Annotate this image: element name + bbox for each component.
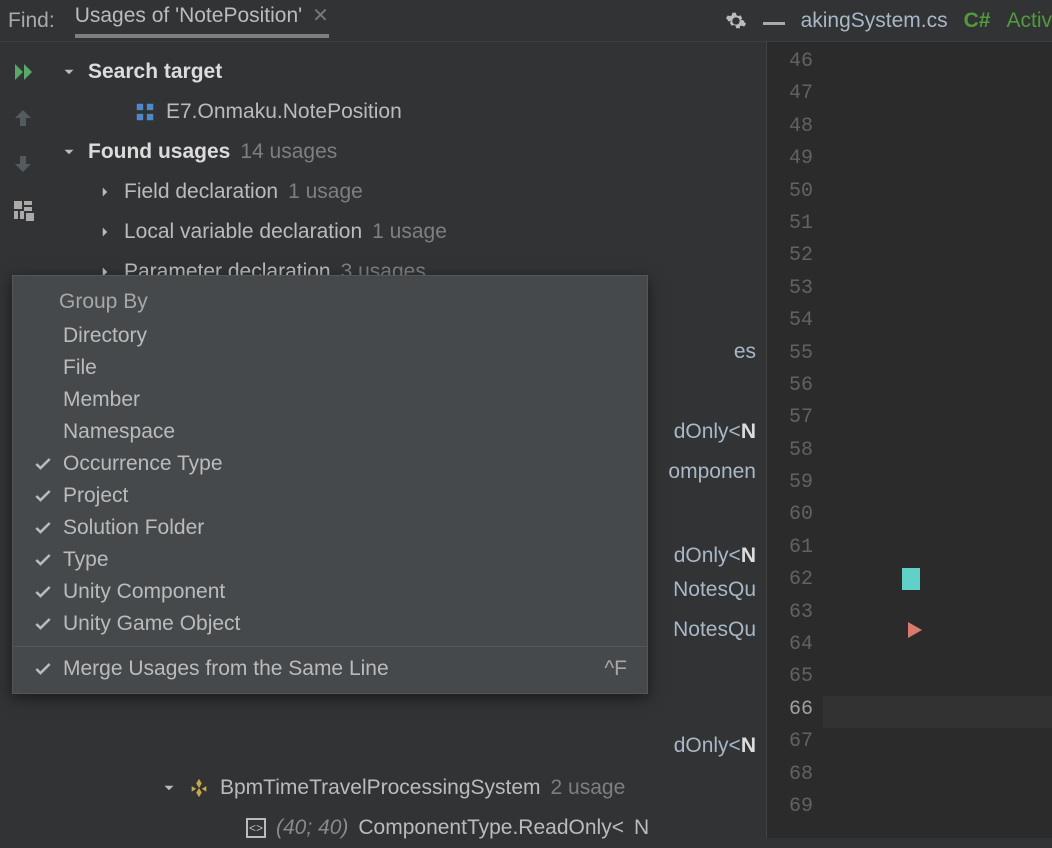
check-icon xyxy=(33,582,53,602)
check-icon xyxy=(33,614,53,634)
popup-item[interactable]: Type xyxy=(13,544,647,576)
chevron-right-icon[interactable] xyxy=(96,183,114,201)
popup-item[interactable]: Project xyxy=(13,480,647,512)
search-target-node[interactable]: Search target xyxy=(60,52,756,92)
popup-item-label: Unity Game Object xyxy=(63,612,240,636)
line-number[interactable]: 53 xyxy=(767,277,823,309)
check-icon xyxy=(33,518,53,538)
cs-badge: C# xyxy=(964,9,991,33)
usage-group[interactable]: Local variable declaration 1 usage xyxy=(96,212,756,252)
line-number[interactable]: 46 xyxy=(767,50,823,82)
popup-item[interactable]: Namespace xyxy=(13,416,647,448)
line-number[interactable]: 58 xyxy=(767,439,823,471)
code-peek: dOnly<N xyxy=(674,726,756,766)
current-line-highlight xyxy=(823,696,1052,728)
chevron-right-icon[interactable] xyxy=(96,223,114,241)
popup-item[interactable]: Occurrence Type xyxy=(13,448,647,480)
editor-tab-activ[interactable]: Activ xyxy=(1006,9,1052,33)
usage-group[interactable]: Field declaration 1 usage xyxy=(96,172,756,212)
popup-item-label: Type xyxy=(63,548,109,572)
marker-strip[interactable] xyxy=(902,42,922,838)
line-number[interactable]: 57 xyxy=(767,406,823,438)
line-number[interactable]: 51 xyxy=(767,212,823,244)
popup-item-label: Member xyxy=(63,388,140,412)
minimize-icon[interactable] xyxy=(763,22,785,25)
marker-error[interactable] xyxy=(908,622,922,638)
line-number[interactable]: 56 xyxy=(767,374,823,406)
check-icon xyxy=(33,486,53,506)
line-number[interactable]: 65 xyxy=(767,665,823,697)
editor-area[interactable] xyxy=(823,42,1052,838)
find-tool-icons xyxy=(0,46,46,222)
usage-line[interactable]: <> (40; 40) ComponentType.ReadOnly<N xyxy=(246,808,649,848)
found-usages-node[interactable]: Found usages 14 usages xyxy=(60,132,756,172)
check-icon xyxy=(33,550,53,570)
find-toolbar: Find: Usages of 'NotePosition' ✕ akingSy… xyxy=(0,0,1052,42)
popup-item-label: Unity Component xyxy=(63,580,225,604)
check-icon xyxy=(33,659,53,679)
line-number[interactable]: 62 xyxy=(767,568,823,600)
group-by-popup: Group By Directory File Member Namespace Occ… xyxy=(12,275,648,694)
check-icon xyxy=(33,454,53,474)
next-icon[interactable] xyxy=(11,152,35,176)
line-number[interactable]: 47 xyxy=(767,82,823,114)
line-number[interactable]: 55 xyxy=(767,342,823,374)
line-number[interactable]: 48 xyxy=(767,115,823,147)
line-numbers: 4647484950515253545556575859606162636465… xyxy=(767,50,823,827)
line-number[interactable]: 60 xyxy=(767,503,823,535)
code-icon: <> xyxy=(246,818,266,838)
system-node[interactable]: BpmTimeTravelProcessingSystem 2 usage xyxy=(160,768,625,808)
search-target-value[interactable]: E7.Onmaku.NotePosition xyxy=(134,92,756,132)
popup-item[interactable]: File xyxy=(13,352,647,384)
code-peek: NotesQu xyxy=(673,610,756,650)
popup-item-label: File xyxy=(63,356,97,380)
chevron-down-icon[interactable] xyxy=(60,63,78,81)
line-number[interactable]: 68 xyxy=(767,763,823,795)
chevron-down-icon[interactable] xyxy=(60,143,78,161)
popup-header: Group By xyxy=(13,284,647,320)
popup-separator xyxy=(13,646,647,647)
line-number[interactable]: 69 xyxy=(767,795,823,827)
line-number[interactable]: 50 xyxy=(767,180,823,212)
popup-item[interactable]: Solution Folder xyxy=(13,512,647,544)
line-number[interactable]: 63 xyxy=(767,601,823,633)
popup-item[interactable]: Member xyxy=(13,384,647,416)
popup-item[interactable]: Unity Game Object xyxy=(13,608,647,640)
popup-item-label: Directory xyxy=(63,324,147,348)
find-tab-title: Usages of 'NotePosition' xyxy=(75,4,302,28)
popup-item[interactable]: Directory xyxy=(13,320,647,352)
struct-icon xyxy=(134,101,156,123)
popup-item-label: Namespace xyxy=(63,420,175,444)
find-tab[interactable]: Usages of 'NotePosition' ✕ xyxy=(75,3,329,38)
line-number[interactable]: 59 xyxy=(767,471,823,503)
marker-highlight[interactable] xyxy=(902,568,920,590)
line-number[interactable]: 49 xyxy=(767,147,823,179)
popup-item-label: Occurrence Type xyxy=(63,452,223,476)
editor-gutter: 4647484950515253545556575859606162636465… xyxy=(766,42,1052,838)
line-number[interactable]: 66 xyxy=(767,698,823,730)
editor-tab-file[interactable]: akingSystem.cs xyxy=(801,9,948,33)
line-number[interactable]: 64 xyxy=(767,633,823,665)
prev-icon[interactable] xyxy=(11,106,35,130)
code-peek: es xyxy=(734,332,756,372)
code-peek: dOnly<N xyxy=(674,412,756,452)
line-number[interactable]: 61 xyxy=(767,536,823,568)
group-by-icon[interactable] xyxy=(11,198,35,222)
popup-item-merge[interactable]: Merge Usages from the Same Line ^F xyxy=(13,653,647,685)
line-number[interactable]: 54 xyxy=(767,309,823,341)
gear-icon[interactable] xyxy=(725,10,747,32)
line-number[interactable]: 67 xyxy=(767,730,823,762)
chevron-down-icon[interactable] xyxy=(160,779,178,797)
line-number[interactable]: 52 xyxy=(767,244,823,276)
code-peek: NotesQu xyxy=(673,570,756,610)
close-tab-icon[interactable]: ✕ xyxy=(312,3,329,28)
popup-shortcut: ^F xyxy=(604,657,627,681)
rerun-icon[interactable] xyxy=(11,60,35,84)
code-peek: omponen xyxy=(668,452,756,492)
popup-item[interactable]: Unity Component xyxy=(13,576,647,608)
class-icon xyxy=(188,777,210,799)
popup-item-label: Project xyxy=(63,484,128,508)
popup-item-label: Solution Folder xyxy=(63,516,204,540)
find-label: Find: xyxy=(8,9,55,33)
